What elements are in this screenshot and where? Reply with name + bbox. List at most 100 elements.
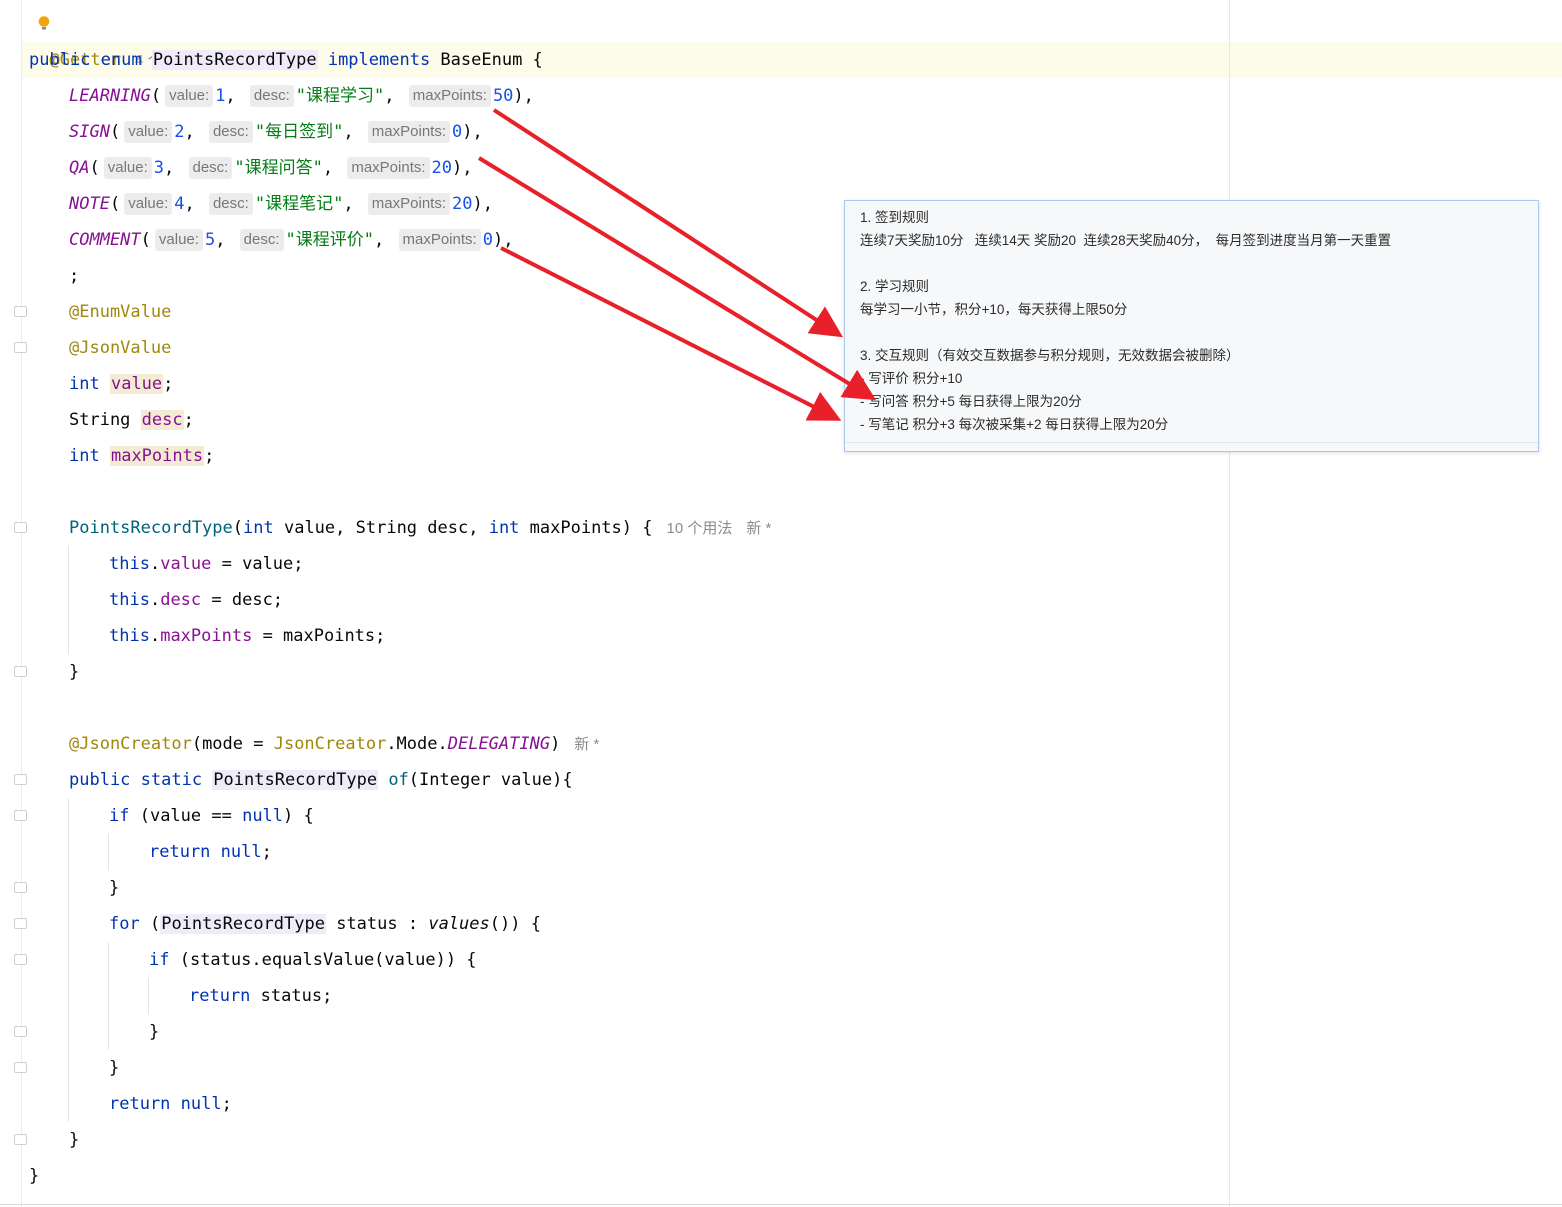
- return-value: status;: [250, 986, 333, 1006]
- maxpoints-arg: 20: [452, 194, 473, 214]
- enum-constant-line[interactable]: COMMENT(value: 5, desc: "课程评价", maxPoints:…: [69, 222, 513, 258]
- closing-brace[interactable]: }: [109, 1050, 119, 1086]
- line-end: ),: [472, 194, 493, 214]
- constructor-assignment[interactable]: this.desc = desc;: [109, 582, 283, 618]
- indent-guide: [68, 798, 69, 1122]
- for-keyword: for: [109, 914, 140, 934]
- line-end: ),: [462, 122, 483, 142]
- annotation-arg: ): [550, 734, 561, 754]
- param-hint: value:: [124, 193, 173, 215]
- desc-arg: "课程学习": [295, 86, 385, 106]
- enum-constant-line[interactable]: NOTE(value: 4, desc: "课程笔记", maxPoints: 20)…: [69, 186, 493, 222]
- value-arg: 3: [153, 158, 165, 178]
- field-type: int: [69, 446, 100, 466]
- field-declaration[interactable]: String desc;: [69, 402, 194, 438]
- of-method-declaration[interactable]: public static PointsRecordType of(Intege…: [69, 762, 573, 798]
- fold-marker-icon[interactable]: [14, 1134, 27, 1145]
- code-line-semicolon[interactable]: ;: [69, 258, 79, 294]
- assignment-rest: = maxPoints;: [252, 626, 386, 646]
- closing-brace[interactable]: }: [69, 1122, 79, 1158]
- condition: (value ==: [129, 806, 243, 826]
- desc-arg: "课程问答": [234, 158, 323, 178]
- fold-marker-icon[interactable]: [14, 342, 27, 353]
- maxpoints-arg: 0: [452, 122, 463, 142]
- values-call: values: [428, 914, 490, 934]
- fold-marker-icon[interactable]: [14, 954, 27, 965]
- enum-constant-name: SIGN: [69, 122, 110, 142]
- line-end: ),: [492, 230, 514, 250]
- method-name: of: [388, 770, 409, 790]
- fold-marker-icon[interactable]: [14, 882, 27, 893]
- param-hint: value:: [103, 157, 152, 179]
- code-line-enum-declaration[interactable]: public enum PointsRecordType implements …: [29, 42, 543, 78]
- popup-bottom-divider: [845, 442, 1538, 443]
- constructor-declaration[interactable]: PointsRecordType(int value, String desc,…: [69, 510, 771, 546]
- arrow-learning-to-study-rule: [492, 108, 844, 338]
- code-line-getter[interactable]: @Getter4 个用法新 *: [29, 6, 231, 70]
- json-creator-annotation[interactable]: @JsonCreator(mode = JsonCreator.Mode.DEL…: [69, 726, 599, 762]
- field-type: String: [69, 410, 131, 430]
- base-interface[interactable]: BaseEnum {: [440, 50, 542, 70]
- return-null-statement[interactable]: return null;: [149, 834, 272, 870]
- for-loop[interactable]: for (PointsRecordType status : values())…: [109, 906, 541, 942]
- enum-name[interactable]: PointsRecordType: [151, 50, 318, 70]
- assignment-rest: = desc;: [201, 590, 284, 610]
- param-type: String: [355, 518, 418, 538]
- fold-marker-icon[interactable]: [14, 1062, 27, 1073]
- closing-brace[interactable]: }: [29, 1158, 39, 1194]
- field-declaration[interactable]: int maxPoints;: [69, 438, 214, 474]
- annotation-class: JsonCreator: [273, 734, 387, 754]
- popup-line: - 写评价 积分+10: [860, 371, 963, 386]
- author-status[interactable]: 新 *: [574, 736, 599, 753]
- value-arg: 5: [204, 230, 216, 250]
- param-hint: desc:: [188, 157, 233, 179]
- desc-arg: "课程笔记": [254, 194, 344, 214]
- param-type: int: [243, 518, 274, 538]
- mode-constant: DELEGATING: [447, 734, 551, 754]
- closing-brace[interactable]: }: [69, 654, 79, 690]
- assigned-field: maxPoints: [160, 626, 253, 646]
- constructor-assignment[interactable]: this.value = value;: [109, 546, 304, 582]
- condition-end: ) {: [283, 806, 314, 826]
- return-keyword: return: [149, 842, 211, 862]
- field-name: desc: [140, 410, 184, 430]
- fold-marker-icon[interactable]: [14, 522, 27, 533]
- bottom-divider: [0, 1204, 1562, 1205]
- fold-marker-icon[interactable]: [14, 810, 27, 821]
- fold-marker-icon[interactable]: [14, 666, 27, 677]
- closing-brace[interactable]: }: [109, 870, 119, 906]
- this-keyword: this: [109, 590, 150, 610]
- fold-marker-icon[interactable]: [14, 774, 27, 785]
- author-status[interactable]: 新 *: [746, 520, 771, 537]
- return-keyword: return: [109, 1094, 171, 1114]
- enum-constant-line[interactable]: LEARNING(value: 1, desc: "课程学习", maxPoints…: [69, 78, 534, 114]
- if-null-check[interactable]: if (value == null) {: [109, 798, 314, 834]
- enum-constant-line[interactable]: QA(value: 3, desc: "课程问答", maxPoints: 20),: [69, 150, 473, 186]
- if-equals-check[interactable]: if (status.equalsValue(value)) {: [149, 942, 477, 978]
- usages-hint[interactable]: 10 个用法: [666, 520, 732, 537]
- loop-var-type: PointsRecordType: [160, 914, 326, 934]
- value-arg: 4: [174, 194, 185, 214]
- loop-end: ()) {: [489, 914, 541, 934]
- closing-brace[interactable]: }: [149, 1014, 159, 1050]
- maxpoints-arg: 50: [492, 86, 514, 106]
- indent-guide: [148, 978, 149, 1014]
- intention-bulb-icon[interactable]: [38, 16, 50, 30]
- indent-guide: [108, 834, 109, 870]
- enum-constant-line[interactable]: SIGN(value: 2, desc: "每日签到", maxPoints: 0),: [69, 114, 483, 150]
- constructor-assignment[interactable]: this.maxPoints = maxPoints;: [109, 618, 385, 654]
- line-end: ),: [452, 158, 473, 178]
- enum-value-annotation[interactable]: @EnumValue: [69, 294, 171, 330]
- fold-marker-icon[interactable]: [14, 306, 27, 317]
- return-null-statement[interactable]: return null;: [109, 1086, 232, 1122]
- fold-marker-icon[interactable]: [14, 918, 27, 929]
- field-declaration[interactable]: int value;: [69, 366, 173, 402]
- return-status-statement[interactable]: return status;: [189, 978, 332, 1014]
- json-value-annotation[interactable]: @JsonValue: [69, 330, 171, 366]
- arrow-comment-to-comment-rule: [500, 246, 842, 421]
- fold-marker-icon[interactable]: [14, 1026, 27, 1037]
- null-keyword: null: [180, 1094, 222, 1114]
- popup-line: [860, 321, 1528, 344]
